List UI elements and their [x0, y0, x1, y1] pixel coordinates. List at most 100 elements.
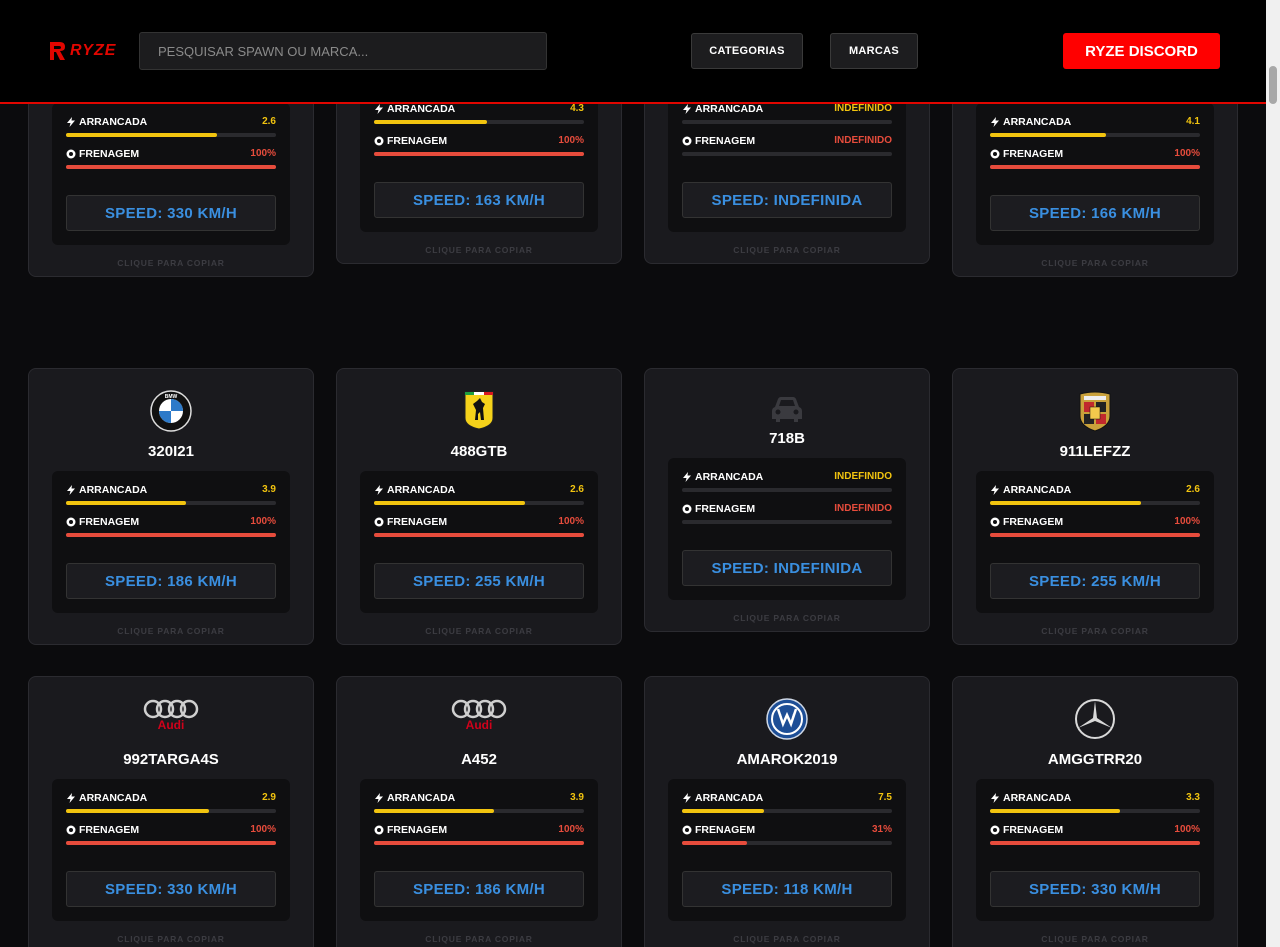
arrancada-row-bar-track [66, 501, 276, 505]
brake-icon [66, 825, 76, 835]
arrancada-row-bar-fill [66, 501, 186, 505]
frenagem-row-bar-track [682, 152, 892, 156]
frenagem-row-bar-fill [990, 165, 1200, 169]
bolt-icon [682, 472, 692, 482]
car-card[interactable]: 488GTB ARRANCADA 2.6 FRENAGEM 100% SPEED: 255… [336, 368, 622, 645]
frenagem-row-label-text: FRENAGEM [387, 516, 448, 528]
frenagem-row-label-text: FRENAGEM [695, 503, 756, 515]
brake-icon [990, 825, 1000, 835]
frenagem-row-bar-track [374, 152, 584, 156]
bolt-icon [990, 117, 1000, 127]
frenagem-row-value: 100% [250, 824, 276, 835]
car-name: 992TARGA4S [123, 751, 219, 768]
frenagem-row-label-text: FRENAGEM [79, 148, 140, 160]
bolt-icon [374, 104, 384, 114]
brake-icon [682, 504, 692, 514]
arrancada-row-label: ARRANCADA [990, 116, 1071, 128]
brake-icon [682, 136, 692, 146]
brake-icon [682, 825, 692, 835]
scrollbar[interactable] [1266, 0, 1280, 947]
stats-panel: ARRANCADA INDEFINIDO FRENAGEM INDEFINIDO SPE… [668, 458, 906, 600]
car-card[interactable]: Audi A452 ARRANCADA 3.9 FRENAGEM 100% SPEED: 1… [336, 676, 622, 947]
frenagem-row-bar-track [374, 533, 584, 537]
arrancada-row-value: 3.9 [262, 484, 276, 495]
brake-icon [990, 517, 1000, 527]
arrancada-row-bar-fill [374, 120, 488, 124]
svg-text:Audi: Audi [158, 718, 185, 732]
frenagem-row-label: FRENAGEM [682, 135, 755, 147]
arrancada-row-bar-fill [66, 809, 209, 813]
frenagem-row-label-text: FRENAGEM [695, 824, 756, 836]
stats-panel: ARRANCADA 2.6 FRENAGEM 100% SPEED: 255 KM/H [360, 471, 598, 613]
frenagem-row-label-text: FRENAGEM [387, 135, 448, 147]
scrollbar-thumb[interactable] [1269, 66, 1277, 104]
arrancada-row-bar-track [990, 501, 1200, 505]
frenagem-row-label: FRENAGEM [990, 516, 1063, 528]
arrancada-row-label-text: ARRANCADA [695, 471, 764, 483]
audi-logo-icon: Audi [29, 698, 313, 744]
stats-panel: ARRANCADA 4.1 FRENAGEM 100% SPEED: 166 KM/H [976, 103, 1214, 245]
car-card[interactable]: 911LEFZZ ARRANCADA 2.6 FRENAGEM 100% SPEED: 2… [952, 368, 1238, 645]
speed-display: SPEED: 163 KM/H [374, 182, 584, 218]
car-card[interactable]: Audi 992TARGA4S ARRANCADA 2.9 FRENAGEM 100% SP… [28, 676, 314, 947]
frenagem-row-bar-track [682, 520, 892, 524]
categories-button[interactable]: CATEGORIAS [691, 33, 803, 69]
brands-button[interactable]: MARCAS [830, 33, 918, 69]
discord-button[interactable]: RYZE DISCORD [1063, 33, 1220, 69]
frenagem-row-label: FRENAGEM [990, 824, 1063, 836]
frenagem-row-bar-fill [374, 841, 584, 845]
frenagem-row-bar-fill [374, 533, 584, 537]
frenagem-row-bar-track [990, 533, 1200, 537]
arrancada-row-bar-track [374, 120, 584, 124]
stats-panel: ARRANCADA 2.6 FRENAGEM 100% SPEED: 255 KM/H [976, 471, 1214, 613]
arrancada-row-label: ARRANCADA [66, 116, 147, 128]
arrancada-row-value: 2.9 [262, 792, 276, 803]
frenagem-row-label-text: FRENAGEM [1003, 516, 1064, 528]
stats-panel: ARRANCADA 2.6 FRENAGEM 100% SPEED: 330 KM/H [52, 103, 290, 245]
porsche-logo-icon [953, 390, 1237, 436]
copy-hint: CLIQUE PARA COPIAR [425, 626, 533, 636]
copy-hint: CLIQUE PARA COPIAR [425, 934, 533, 944]
brake-icon [990, 149, 1000, 159]
car-card[interactable]: 718B ARRANCADA INDEFINIDO FRENAGEM INDEFINID… [644, 368, 930, 632]
frenagem-row-bar-track [990, 841, 1200, 845]
speed-display: SPEED: INDEFINIDA [682, 550, 892, 586]
speed-display: SPEED: INDEFINIDA [682, 182, 892, 218]
frenagem-row-label: FRENAGEM [374, 516, 447, 528]
arrancada-row-label: ARRANCADA [374, 484, 455, 496]
frenagem-row-bar-fill [682, 841, 748, 845]
arrancada-row-value: 4.1 [1186, 116, 1200, 127]
arrancada-row-label: ARRANCADA [682, 103, 763, 115]
search-input[interactable] [139, 32, 547, 70]
bolt-icon [990, 793, 1000, 803]
car-card[interactable]: AMAROK2019 ARRANCADA 7.5 FRENAGEM 31% SPEED: … [644, 676, 930, 947]
copy-hint: CLIQUE PARA COPIAR [733, 245, 841, 255]
car-card[interactable]: BMW 320I21 ARRANCADA 3.9 FRENAGEM 100% SPEED: … [28, 368, 314, 645]
car-name: 911LEFZZ [1059, 443, 1131, 460]
frenagem-row-value: 100% [250, 148, 276, 159]
copy-hint: CLIQUE PARA COPIAR [1041, 258, 1149, 268]
brake-icon [66, 149, 76, 159]
frenagem-row-label-text: FRENAGEM [1003, 824, 1064, 836]
bolt-icon [374, 793, 384, 803]
frenagem-row-label: FRENAGEM [682, 824, 755, 836]
arrancada-row-label-text: ARRANCADA [1003, 484, 1072, 496]
speed-display: SPEED: 186 KM/H [66, 563, 276, 599]
frenagem-row-value: 100% [1174, 516, 1200, 527]
bolt-icon [682, 793, 692, 803]
arrancada-row-bar-fill [66, 133, 218, 137]
frenagem-row-bar-track [990, 165, 1200, 169]
arrancada-row-value: 3.9 [570, 792, 584, 803]
arrancada-row-bar-fill [990, 809, 1121, 813]
stats-panel: ARRANCADA 3.3 FRENAGEM 100% SPEED: 330 KM/H [976, 779, 1214, 921]
arrancada-row-label: ARRANCADA [990, 792, 1071, 804]
car-name: 718B [769, 430, 805, 447]
arrancada-row-bar-track [682, 488, 892, 492]
site-logo[interactable]: RYZE [48, 40, 116, 62]
speed-display: SPEED: 255 KM/H [374, 563, 584, 599]
vw-logo-icon [645, 698, 929, 744]
frenagem-row-value: 100% [250, 516, 276, 527]
car-card[interactable]: AMGGTRR20 ARRANCADA 3.3 FRENAGEM 100% SPEED: … [952, 676, 1238, 947]
frenagem-row-value: INDEFINIDO [834, 135, 892, 146]
frenagem-row-bar-fill [66, 841, 276, 845]
